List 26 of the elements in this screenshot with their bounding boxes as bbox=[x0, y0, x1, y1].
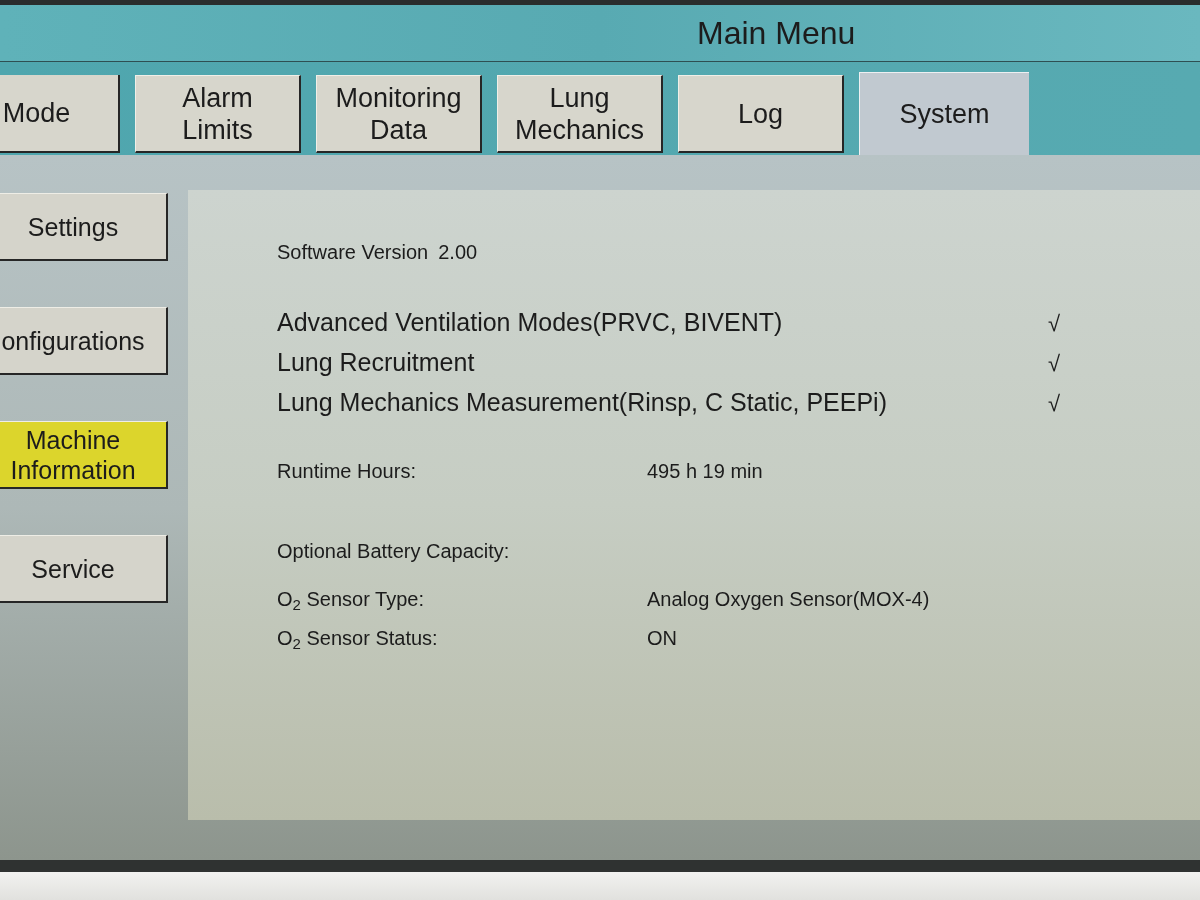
menu-tab[interactable]: Alarm Limits bbox=[135, 75, 301, 153]
version-label: Software Version bbox=[277, 240, 429, 264]
feature-label: Lung Recruitment bbox=[277, 347, 475, 379]
version-value: 2.00 bbox=[438, 240, 478, 264]
field-label: O$_{2}$ Sensor Type: bbox=[277, 587, 425, 611]
field-label: Optional Battery Capacity: bbox=[277, 539, 511, 563]
enabled-mark: √ bbox=[1047, 389, 1060, 418]
menu-tab[interactable]: Monitoring Data bbox=[316, 75, 482, 153]
menu-tab[interactable]: Lung Mechanics bbox=[497, 75, 663, 153]
enabled-mark: √ bbox=[1047, 309, 1060, 338]
side-menu-button[interactable]: onfigurations bbox=[0, 307, 168, 375]
side-menu-button[interactable]: Machine Information bbox=[0, 421, 168, 489]
feature-label: Lung Mechanics Measurement(Rinsp, C Static, PEEPi) bbox=[277, 387, 887, 419]
menu-tab[interactable]: Mode bbox=[0, 75, 120, 153]
side-menu-button[interactable]: Service bbox=[0, 535, 168, 603]
side-menu-button[interactable]: Settings bbox=[0, 193, 168, 261]
field-value: 495 h 19 min bbox=[647, 459, 763, 483]
enabled-mark: √ bbox=[1047, 349, 1060, 378]
feature-label: Advanced Ventilation Modes(PRVC, BIVENT) bbox=[277, 307, 783, 339]
menu-tab[interactable]: System bbox=[859, 72, 1029, 155]
window-title: Main Menu bbox=[697, 17, 856, 49]
menu-tab[interactable]: Log bbox=[678, 75, 844, 153]
field-value: ON bbox=[647, 626, 677, 650]
field-label: Runtime Hours: bbox=[277, 459, 417, 483]
field-label: O$_{2}$ Sensor Status: bbox=[277, 626, 439, 650]
field-value: Analog Oxygen Sensor(MOX-4) bbox=[647, 587, 930, 611]
